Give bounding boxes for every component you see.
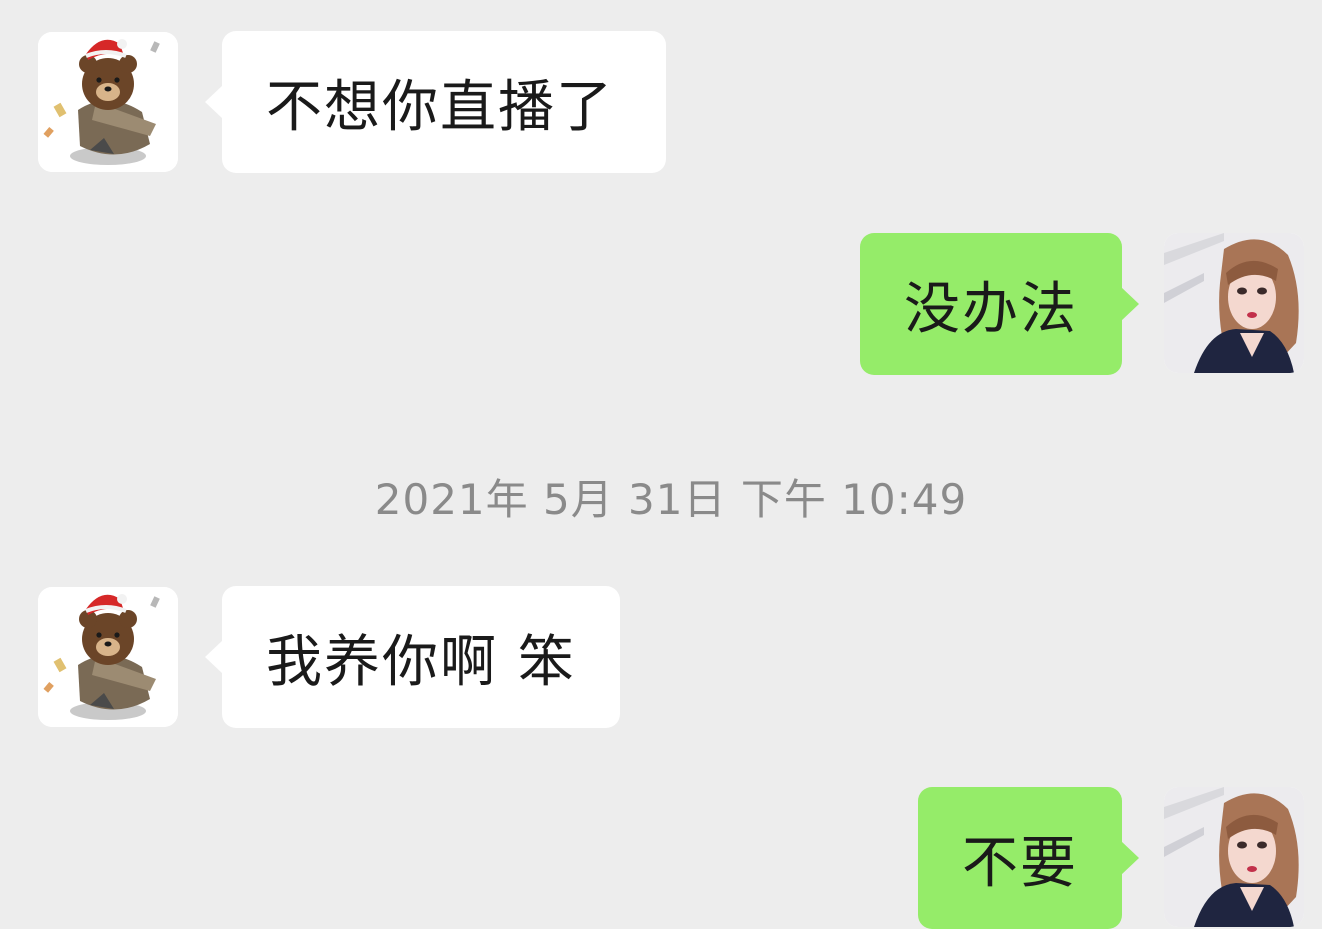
message-bubble-sent[interactable]: 不要 (918, 787, 1139, 929)
girl-avatar[interactable] (1164, 787, 1304, 927)
bear-avatar[interactable] (38, 32, 178, 172)
message-text: 没办法 (904, 276, 1078, 342)
girl-avatar-image (1164, 787, 1304, 927)
message-text: 我养你啊 笨 (266, 629, 576, 695)
message-bubble-received[interactable]: 不想你直播了 (205, 31, 666, 173)
message-bubble-received[interactable]: 我养你啊 笨 (205, 586, 620, 728)
chat-window: 不想你直播了 没办法 2021年 5月 31日 下午 10:49 我养你啊 笨 … (0, 0, 1322, 929)
message-bubble-sent[interactable]: 没办法 (860, 233, 1139, 375)
bear-avatar-image (38, 587, 178, 727)
bear-avatar[interactable] (38, 587, 178, 727)
girl-avatar[interactable] (1164, 233, 1304, 373)
bear-avatar-image (38, 32, 178, 172)
chat-timestamp: 2021年 5月 31日 下午 10:49 (374, 475, 968, 524)
message-text: 不要 (962, 830, 1078, 896)
girl-avatar-image (1164, 233, 1304, 373)
message-text: 不想你直播了 (266, 74, 614, 140)
